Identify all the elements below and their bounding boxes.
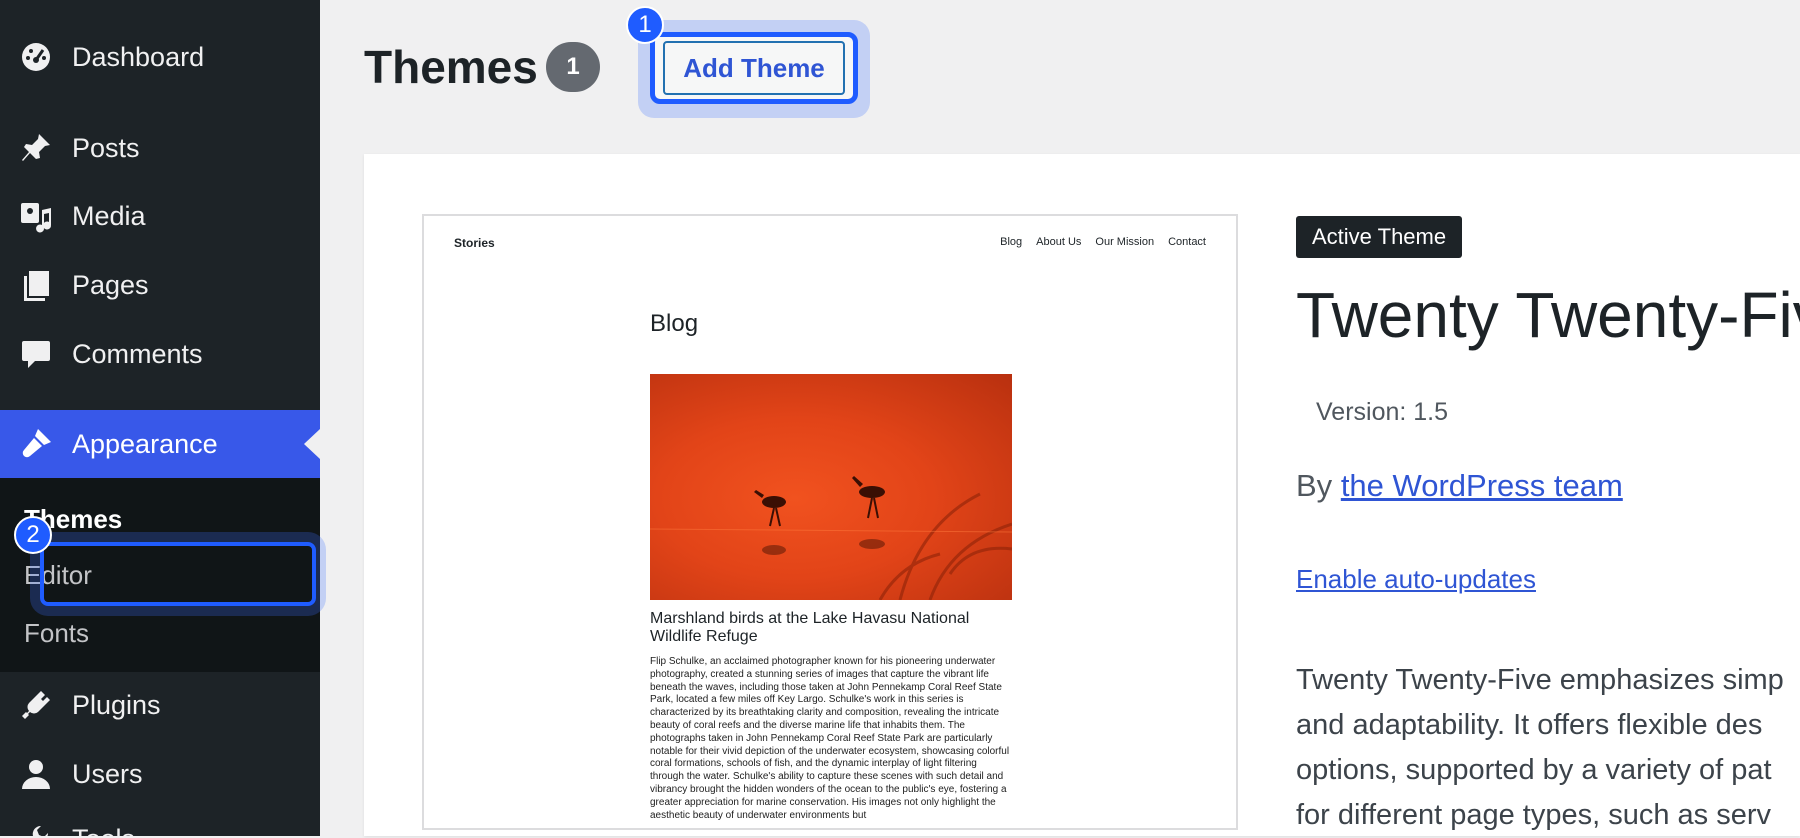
author-prefix: By [1296, 468, 1333, 503]
active-theme-badge: Active Theme [1296, 216, 1463, 258]
sidebar-item-media[interactable]: Media [0, 185, 320, 247]
sidebar-item-tools[interactable]: Tools [0, 808, 320, 836]
theme-name: Twenty Twenty-Five [1296, 279, 1800, 351]
preview-nav-item: Contact [1168, 236, 1206, 248]
sidebar-item-plugins[interactable]: Plugins [0, 674, 320, 736]
pin-icon [18, 130, 54, 166]
submenu-item-fonts[interactable]: Fonts [24, 618, 89, 649]
preview-nav-item: Blog [1000, 236, 1023, 248]
sidebar-item-comments[interactable]: Comments [0, 323, 320, 385]
active-indicator [304, 429, 320, 459]
brush-icon [18, 426, 54, 462]
sidebar-item-label: Appearance [72, 428, 218, 459]
preview-nav: Blog About Us Our Mission Contact [1000, 236, 1206, 248]
comment-icon [18, 336, 54, 372]
theme-screenshot[interactable]: Stories Blog About Us Our Mission Contac… [422, 214, 1238, 830]
add-theme-label: Add Theme [663, 41, 845, 95]
preview-post-excerpt: Flip Schulke, an acclaimed photographer … [650, 656, 1010, 821]
preview-nav-item: Our Mission [1095, 236, 1155, 248]
editor-highlight-frame [40, 542, 316, 606]
preview-heading: Blog [650, 310, 699, 337]
preview-featured-image [650, 374, 1012, 600]
preview-site-title: Stories [454, 236, 495, 250]
theme-description: Twenty Twenty-Five emphasizes simp and a… [1296, 658, 1800, 838]
sidebar-item-label: Plugins [72, 689, 161, 720]
sidebar-item-posts[interactable]: Posts [0, 117, 320, 179]
description-line: and adaptability. It offers flexible des [1296, 709, 1763, 741]
theme-version: Version: 1.5 [1316, 398, 1449, 426]
sidebar-item-label: Comments [72, 338, 203, 369]
step-1-badge: 1 [626, 6, 664, 44]
user-icon [18, 756, 54, 792]
step-2-badge: 2 [14, 516, 52, 554]
wrench-icon [18, 821, 54, 836]
dashboard-icon [18, 39, 54, 75]
sidebar-item-label: Media [72, 200, 146, 231]
theme-details-panel: Stories Blog About Us Our Mission Contac… [364, 154, 1800, 836]
sidebar-item-users[interactable]: Users [0, 743, 320, 805]
admin-sidebar: Dashboard Posts Media Pages Comments App… [0, 0, 320, 836]
pages-icon [18, 267, 54, 303]
description-line: options, supported by a variety of pat [1296, 754, 1772, 786]
sidebar-item-pages[interactable]: Pages [0, 254, 320, 316]
media-icon [18, 198, 54, 234]
sidebar-item-label: Pages [72, 269, 149, 300]
sidebar-item-label: Users [72, 758, 143, 789]
add-theme-button[interactable]: Add Theme [650, 32, 858, 104]
description-line: Twenty Twenty-Five emphasizes simp [1296, 664, 1784, 696]
plugin-icon [18, 687, 54, 723]
page-title: Themes [364, 41, 538, 93]
preview-nav-item: About Us [1036, 236, 1082, 248]
sidebar-item-dashboard[interactable]: Dashboard [0, 26, 320, 88]
sidebar-item-label: Dashboard [72, 41, 205, 72]
description-line: for different page types, such as serv [1296, 799, 1772, 831]
enable-auto-updates-link[interactable]: Enable auto-updates [1296, 564, 1536, 595]
theme-count-badge: 1 [546, 42, 600, 92]
sidebar-item-label: Posts [72, 132, 140, 163]
preview-post-title: Marshland birds at the Lake Havasu Natio… [650, 610, 970, 645]
sidebar-item-label: Tools [72, 824, 135, 837]
author-link[interactable]: the WordPress team [1341, 468, 1623, 503]
sidebar-item-appearance[interactable]: Appearance [0, 410, 320, 478]
theme-author: By the WordPress team [1296, 468, 1623, 504]
